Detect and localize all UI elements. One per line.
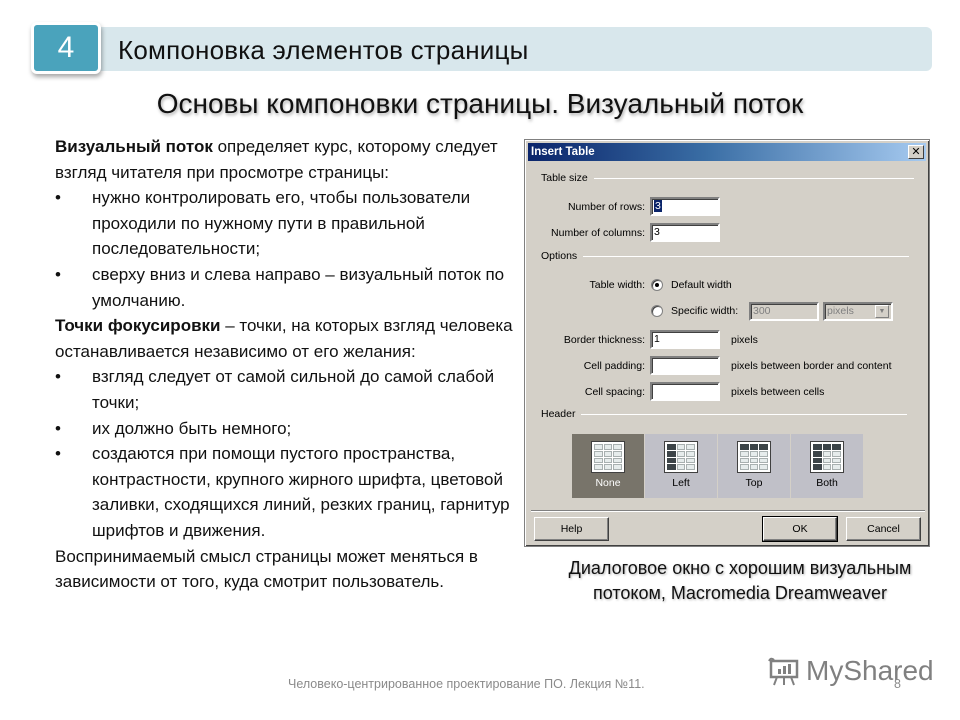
width-units-select[interactable]: pixels ▼ <box>823 302 893 321</box>
bullet-text: сверху вниз и слева направо – визуальный… <box>92 264 505 310</box>
bullet-item: • сверху вниз и слева направо – визуальны… <box>55 262 525 313</box>
paragraph-perceived-meaning: Воспринимаемый смысл страницы может меня… <box>55 546 478 592</box>
section-number-badge: 4 <box>31 22 101 74</box>
rows-value: 3 <box>654 200 662 212</box>
watermark: MyShared <box>768 655 934 687</box>
group-label: Header <box>541 408 576 420</box>
table-both-header-icon <box>810 441 844 473</box>
cell-spacing-input[interactable] <box>650 382 720 401</box>
group-divider <box>593 177 914 179</box>
border-thickness-input[interactable]: 1 <box>650 330 720 349</box>
term-visual-flow: Визуальный поток <box>55 137 213 156</box>
rows-input[interactable]: 3 <box>650 197 720 216</box>
ok-button[interactable]: OK <box>762 516 838 542</box>
cancel-button[interactable]: Cancel <box>846 517 921 541</box>
cell-padding-label: Cell padding: <box>583 360 645 372</box>
group-label: Table size <box>541 172 588 184</box>
bullet-text: нужно контролировать его, чтобы пользова… <box>92 188 471 259</box>
specific-width-input[interactable]: 300 <box>749 302 819 321</box>
header-option-label: Left <box>672 477 690 489</box>
header-option-left[interactable]: Left <box>645 434 718 498</box>
table-width-label: Table width: <box>589 279 645 291</box>
body-text: Визуальный поток определяет курс, которо… <box>55 134 525 595</box>
cell-padding-unit-label: pixels between border and content <box>731 360 892 372</box>
bullet-icon: • <box>55 367 61 387</box>
help-button[interactable]: Help <box>534 517 609 541</box>
dialog-title: Insert Table <box>531 146 595 158</box>
default-width-radio[interactable] <box>651 279 663 291</box>
header-option-label: Top <box>745 477 763 489</box>
footer-text: Человеко-центрированное проектирование П… <box>288 677 645 691</box>
border-thickness-label: Border thickness: <box>563 334 645 346</box>
term-focus-points: Точки фокусировки <box>55 316 221 336</box>
specific-width-label: Specific width: <box>671 305 739 317</box>
group-table-size: Table size <box>541 172 914 184</box>
table-top-header-icon <box>737 441 771 473</box>
units-value: pixels <box>827 305 854 317</box>
slide-subtitle: Основы компоновки страницы. Визуальный п… <box>156 88 804 119</box>
watermark-text: MyShared <box>806 655 934 686</box>
group-header: Header <box>541 408 908 420</box>
header-option-label: Both <box>816 477 838 489</box>
group-options: Options <box>541 250 910 262</box>
bullet-text: их должно быть немного; <box>92 418 292 438</box>
dialog-separator <box>531 510 925 512</box>
paragraph-focus-points: Точки фокусировки – точки, на которых вз… <box>55 313 525 364</box>
bullet-text: взгляд следует от самой сильной до самой… <box>92 367 495 412</box>
columns-label: Number of columns: <box>551 227 645 239</box>
bullet-item: • нужно контролировать его, чтобы пользов… <box>55 185 525 262</box>
table-left-header-icon <box>664 441 698 473</box>
group-divider <box>581 413 908 415</box>
group-label: Options <box>541 250 578 262</box>
dialog-titlebar: Insert Table ✕ <box>528 143 926 161</box>
bullet-icon: • <box>55 188 61 208</box>
header-option-both[interactable]: Both <box>791 434 864 498</box>
header-option-none[interactable]: None <box>572 434 645 498</box>
cell-padding-input[interactable] <box>650 356 720 375</box>
close-icon[interactable]: ✕ <box>908 145 924 159</box>
header-option-top[interactable]: Top <box>718 434 791 498</box>
table-no-header-icon <box>591 441 625 473</box>
group-divider <box>583 255 910 257</box>
bullet-icon: • <box>55 418 61 438</box>
bullet-icon: • <box>55 264 61 284</box>
bullet-icon: • <box>55 444 61 464</box>
dialog-caption: Диалоговое окно с хорошим визуальным пот… <box>568 558 912 603</box>
header-options: None Left Top Both <box>572 434 864 498</box>
bullet-item: • создаются при помощи пустого пространст… <box>55 441 525 543</box>
insert-table-dialog: Insert Table ✕ Table size Number of rows… <box>524 139 930 547</box>
columns-input[interactable]: 3 <box>650 223 720 242</box>
header-option-label: None <box>595 477 621 489</box>
border-unit-label: pixels <box>731 334 758 346</box>
rows-label: Number of rows: <box>567 201 645 213</box>
bullet-text: создаются при помощи пустого пространств… <box>92 444 510 540</box>
presentation-board-icon <box>768 656 800 686</box>
page-number: 8 <box>894 677 901 691</box>
default-width-label: Default width <box>671 279 732 291</box>
chevron-down-icon[interactable]: ▼ <box>875 305 889 318</box>
specific-width-radio[interactable] <box>651 305 663 317</box>
bullet-item: • их должно быть немного; <box>55 416 525 442</box>
bullet-item: • взгляд следует от самой сильной до само… <box>55 364 525 415</box>
section-title: Компоновка элементов страницы <box>118 35 529 65</box>
paragraph-visual-flow: Визуальный поток определяет курс, которо… <box>55 134 525 185</box>
cell-spacing-unit-label: pixels between cells <box>731 386 825 398</box>
cell-spacing-label: Cell spacing: <box>584 386 645 398</box>
